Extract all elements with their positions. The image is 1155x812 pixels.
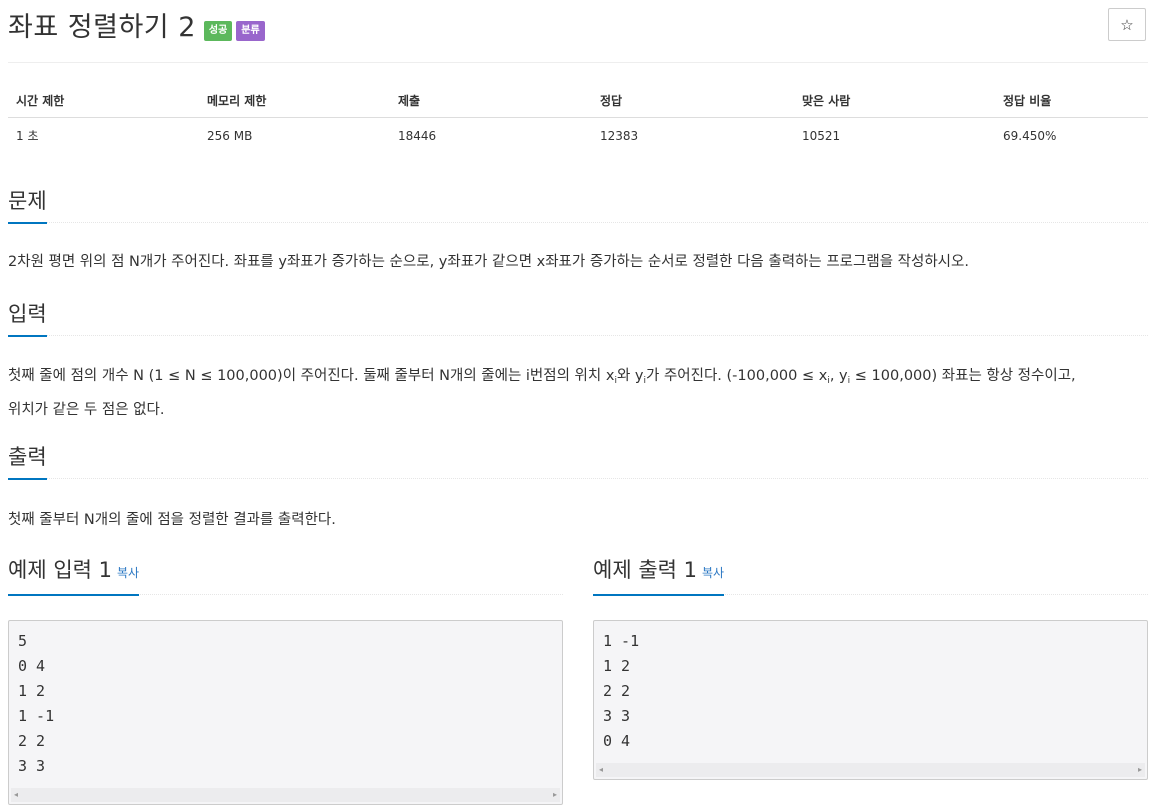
- input-section-header: 입력: [8, 295, 1148, 337]
- example-input-header: 예제 입력 1 복사: [8, 554, 563, 596]
- header-accept-ratio: 정답 비율: [995, 84, 1148, 118]
- table-row: 1 초 256 MB 18446 12383 10521 69.450%: [8, 118, 1148, 154]
- copy-output-link[interactable]: 복사: [702, 566, 724, 580]
- table-header-row: 시간 제한 메모리 제한 제출 정답 맞은 사람 정답 비율: [8, 84, 1148, 118]
- example-input-heading: 예제 입력 1 복사: [8, 557, 140, 596]
- header-solved-users: 맞은 사람: [794, 84, 995, 118]
- problem-section-header: 문제: [8, 182, 1148, 224]
- divider: [8, 62, 1148, 63]
- category-badge[interactable]: 분류: [236, 21, 265, 41]
- success-badge[interactable]: 성공: [203, 21, 233, 41]
- copy-input-link[interactable]: 복사: [117, 566, 139, 580]
- scroll-right-icon[interactable]: ▸: [1138, 765, 1142, 774]
- title-row: 좌표 정렬하기 2 성공 분류: [8, 8, 265, 48]
- header-time-limit: 시간 제한: [8, 84, 199, 118]
- header-accepted: 정답: [592, 84, 794, 118]
- problem-description: 2차원 평면 위의 점 N개가 주어진다. 좌표를 y좌표가 증가하는 순으로,…: [8, 254, 969, 270]
- page-title: 좌표 정렬하기 2: [8, 12, 196, 43]
- example-input-box[interactable]: 5 0 4 1 2 1 -1 2 2 3 3 ◂ ▸: [8, 620, 563, 805]
- solved-users-value: 10521: [802, 128, 841, 143]
- input-heading: 입력: [8, 301, 47, 337]
- example-output-box[interactable]: 1 -1 1 2 2 2 3 3 0 4 ◂ ▸: [593, 620, 1148, 780]
- header-memory-limit: 메모리 제한: [199, 84, 390, 118]
- time-limit-value: 1 초: [16, 129, 39, 143]
- problem-heading: 문제: [8, 188, 47, 224]
- header-submissions: 제출: [390, 84, 592, 118]
- scroll-left-icon[interactable]: ◂: [599, 765, 603, 774]
- memory-limit-value: 256 MB: [207, 128, 253, 143]
- star-icon: ☆: [1120, 15, 1134, 34]
- output-description: 첫째 줄부터 N개의 줄에 점을 정렬한 결과를 출력한다.: [8, 512, 336, 528]
- scroll-right-icon[interactable]: ▸: [553, 790, 557, 799]
- example-output-header: 예제 출력 1 복사: [593, 554, 1148, 596]
- horizontal-scrollbar[interactable]: ◂ ▸: [596, 763, 1145, 777]
- example-output-code: 1 -1 1 2 2 2 3 3 0 4: [603, 632, 640, 750]
- problem-info-table: 시간 제한 메모리 제한 제출 정답 맞은 사람 정답 비율 1 초 256 M…: [8, 84, 1148, 153]
- example-input-code: 5 0 4 1 2 1 -1 2 2 3 3: [18, 632, 55, 775]
- output-heading: 출력: [8, 444, 47, 480]
- input-description: 첫째 줄에 점의 개수 N (1 ≤ N ≤ 100,000)이 주어진다. 둘…: [8, 368, 1076, 418]
- star-button[interactable]: ☆: [1108, 8, 1146, 41]
- accept-ratio-value: 69.450%: [1003, 128, 1057, 143]
- output-section-header: 출력: [8, 438, 1148, 480]
- accepted-value: 12383: [600, 128, 639, 143]
- horizontal-scrollbar[interactable]: ◂ ▸: [11, 788, 560, 802]
- example-output-heading: 예제 출력 1 복사: [593, 557, 725, 596]
- submissions-value: 18446: [398, 128, 437, 143]
- scroll-left-icon[interactable]: ◂: [14, 790, 18, 799]
